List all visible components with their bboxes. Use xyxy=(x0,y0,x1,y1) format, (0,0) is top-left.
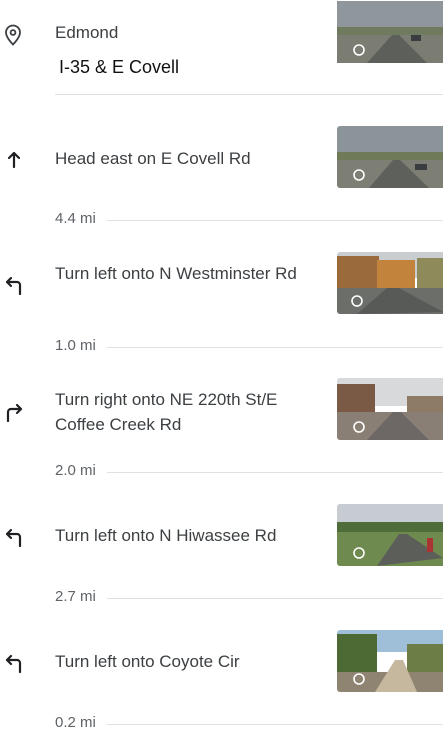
divider xyxy=(107,598,443,599)
divider xyxy=(107,724,443,725)
origin-address: I-35 & E Covell xyxy=(59,57,180,77)
divider xyxy=(107,472,443,473)
step-distance: 2.0 mi xyxy=(55,462,96,479)
street-view-thumbnail[interactable] xyxy=(337,378,443,440)
step-instruction: Head east on E Covell Rd xyxy=(55,149,251,168)
step-distance: 4.4 mi xyxy=(55,210,96,227)
step-distance-row: 2.0 mi xyxy=(55,462,443,482)
turn-left-icon xyxy=(2,525,26,549)
step-distance: 2.7 mi xyxy=(55,588,96,605)
step-distance: 1.0 mi xyxy=(55,337,96,354)
street-view-thumbnail[interactable] xyxy=(337,1,443,63)
step-distance-row: 4.4 mi xyxy=(55,210,443,230)
divider xyxy=(107,347,443,348)
step-instruction: Turn right onto NE 220th St/E Coffee Cre… xyxy=(55,390,278,434)
directions-list: Edmond I-35 & E Covell Head east on E Co… xyxy=(0,0,443,731)
step-distance-row: 0.2 mi xyxy=(55,714,443,734)
origin-place: Edmond xyxy=(55,23,119,42)
origin-row[interactable]: Edmond I-35 & E Covell xyxy=(0,0,443,95)
step-instruction: Turn left onto N Westminster Rd xyxy=(55,264,297,283)
step-distance: 0.2 mi xyxy=(55,714,96,731)
turn-left-icon xyxy=(2,273,26,297)
straight-arrow-icon xyxy=(2,147,26,171)
step-instruction: Turn left onto Coyote Cir xyxy=(55,652,240,671)
turn-right-icon xyxy=(2,400,26,424)
step-instruction: Turn left onto N Hiwassee Rd xyxy=(55,526,277,545)
street-view-thumbnail[interactable] xyxy=(337,126,443,188)
divider xyxy=(107,220,443,221)
street-view-thumbnail[interactable] xyxy=(337,504,443,566)
step-distance-row: 2.7 mi xyxy=(55,588,443,608)
step-distance-row: 1.0 mi xyxy=(55,337,443,357)
turn-left-icon xyxy=(2,651,26,675)
street-view-thumbnail[interactable] xyxy=(337,252,443,314)
divider xyxy=(55,94,443,95)
location-pin-icon xyxy=(3,24,23,46)
street-view-thumbnail[interactable] xyxy=(337,630,443,692)
